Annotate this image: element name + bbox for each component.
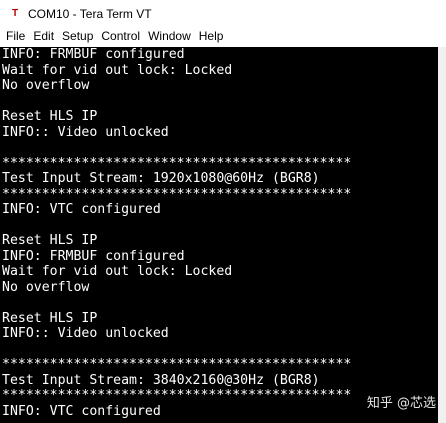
terminal-line: INFO: FRMBUF configured (2, 47, 185, 62)
window-title: COM10 - Tera Term VT (28, 6, 152, 21)
terminal-line: ****************************************… (2, 357, 352, 372)
terminal-line: Reset HLS IP (2, 310, 98, 326)
terminal-line: ****************************************… (2, 155, 352, 171)
terminal-line: Wait for vid out lock: Locked (2, 62, 233, 78)
tera-term-window: T COM10 - Tera Term VT File Edit Setup C… (0, 0, 446, 423)
menu-control[interactable]: Control (97, 27, 144, 46)
terminal-line: ****************************************… (2, 388, 352, 403)
menu-edit[interactable]: Edit (29, 27, 58, 46)
menu-help[interactable]: Help (195, 27, 228, 46)
terminal-line: No overflow (2, 78, 90, 93)
terminal-line: Test Input Stream: 1920x1080@60Hz (BGR8) (2, 171, 320, 186)
terminal-text: INFO: FRMBUF configured Wait for vid out … (2, 47, 351, 419)
menu-setup[interactable]: Setup (58, 27, 97, 46)
terminal-line: Wait for vid out lock: Locked (2, 264, 233, 279)
terminal-line: INFO: FRMBUF configured (2, 248, 185, 264)
terminal-line: Reset HLS IP (2, 233, 98, 248)
terminal-line: INFO: VTC configured (2, 403, 161, 419)
terminal-line: Test Input Stream: 3840x2160@30Hz (BGR8) (2, 372, 320, 388)
vertical-scrollbar[interactable] (438, 47, 446, 423)
menu-bar: File Edit Setup Control Window Help (0, 27, 446, 46)
title-bar[interactable]: T COM10 - Tera Term VT (0, 0, 446, 27)
terminal-line: INFO:: Video unlocked (2, 124, 169, 140)
menu-window[interactable]: Window (144, 27, 195, 46)
terminal-line: No overflow (2, 279, 90, 295)
terminal-line: Reset HLS IP (2, 109, 98, 124)
watermark: 知乎 @芯选 (366, 396, 436, 411)
terminal-line: ****************************************… (2, 186, 352, 202)
menu-file[interactable]: File (2, 27, 29, 46)
terminal-output[interactable]: INFO: FRMBUF configured Wait for vid out … (0, 47, 438, 423)
terminal-line: INFO: VTC configured (2, 202, 161, 217)
terminal-line: INFO:: Video unlocked (2, 326, 169, 341)
tera-term-icon[interactable]: T (8, 7, 22, 21)
